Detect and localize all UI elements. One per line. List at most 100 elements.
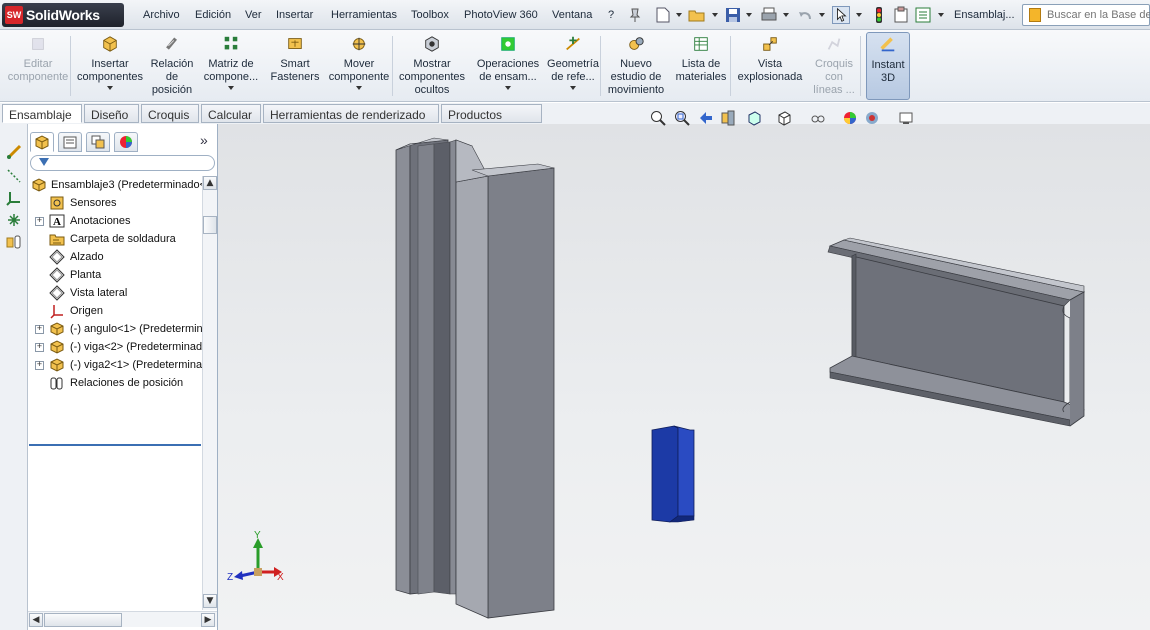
- tree-item-carpeta-de-soldadura[interactable]: Carpeta de soldadura: [28, 230, 202, 248]
- tree-item-relaciones-de-posici-n[interactable]: Relaciones de posición: [28, 374, 202, 392]
- select-icon[interactable]: [832, 6, 850, 24]
- tree-vertical-scrollbar[interactable]: ▲ ▼: [202, 176, 217, 610]
- property-manager-tab[interactable]: [58, 132, 82, 152]
- menu-insertar[interactable]: Insertar: [276, 9, 313, 21]
- triad-icon[interactable]: [6, 190, 22, 206]
- open-folder-icon[interactable]: [688, 6, 706, 24]
- display-manager-tab[interactable]: [114, 132, 138, 152]
- solidworks-logo[interactable]: SW SolidWorks: [2, 3, 124, 27]
- zoom-to-area-icon[interactable]: [674, 110, 690, 126]
- search-box[interactable]: [1022, 4, 1150, 26]
- new-document-dropdown[interactable]: [676, 13, 682, 17]
- previous-view-icon[interactable]: [698, 110, 714, 126]
- hscroll-thumb[interactable]: [44, 613, 122, 627]
- tab-diseno[interactable]: Diseño: [84, 104, 139, 123]
- mate-reference-icon[interactable]: [6, 234, 22, 250]
- exploded-view-button[interactable]: Vista explosionada: [734, 32, 806, 100]
- move-component-dropdown[interactable]: [356, 86, 362, 90]
- configuration-manager-tab[interactable]: [86, 132, 110, 152]
- tab-herramientas-de-renderizado[interactable]: Herramientas de renderizado: [263, 104, 439, 123]
- bill-of-materials-button[interactable]: Lista de materiales: [670, 32, 732, 100]
- new-motion-study-button[interactable]: Nuevo estudio de movimiento: [604, 32, 668, 100]
- point-icon[interactable]: [6, 212, 22, 228]
- blue-angle-profile[interactable]: [651, 425, 695, 523]
- open-dropdown[interactable]: [712, 13, 718, 17]
- menu-archivo[interactable]: Archivo: [143, 9, 180, 21]
- tab-croquis[interactable]: Croquis: [141, 104, 199, 123]
- save-icon[interactable]: [724, 6, 742, 24]
- graphics-area[interactable]: Y X Z: [218, 110, 1150, 630]
- menu-ventana[interactable]: Ventana: [552, 9, 592, 21]
- expand-icon[interactable]: +: [35, 343, 44, 352]
- move-component-button[interactable]: Mover componente: [326, 32, 392, 100]
- tree-item-angulo-1-predetermin[interactable]: + (-) angulo<1> (Predetermin: [28, 320, 202, 338]
- menu-herramientas[interactable]: Herramientas: [331, 9, 397, 21]
- rebuild-icon[interactable]: [870, 6, 888, 24]
- scroll-left-icon[interactable]: ◀: [29, 613, 43, 627]
- menu-photoview-360[interactable]: PhotoView 360: [464, 9, 538, 21]
- rollback-bar[interactable]: [29, 444, 201, 446]
- expand-icon[interactable]: +: [35, 217, 44, 226]
- options-dropdown[interactable]: [938, 13, 944, 17]
- insert-components-button[interactable]: Insertar componentes: [74, 32, 146, 100]
- vertical-i-beam[interactable]: [395, 137, 555, 619]
- view-orientation-icon[interactable]: [746, 110, 762, 126]
- tree-item-planta[interactable]: Planta: [28, 266, 202, 284]
- section-view-icon[interactable]: [720, 110, 736, 126]
- tree-item-anotaciones[interactable]: + A Anotaciones: [28, 212, 202, 230]
- expand-icon[interactable]: +: [35, 325, 44, 334]
- menu-edicion[interactable]: Edición: [195, 9, 231, 21]
- tree-horizontal-scrollbar[interactable]: ◀ ▶: [28, 611, 217, 627]
- hide-show-items-icon[interactable]: [810, 110, 826, 126]
- print-icon[interactable]: [760, 6, 778, 24]
- expand-panel-icon[interactable]: »: [200, 132, 208, 148]
- apply-scene-icon[interactable]: [864, 110, 880, 126]
- tree-item-viga2-1-predetermina[interactable]: + (-) viga2<1> (Predetermina: [28, 356, 202, 374]
- assembly-features-button[interactable]: Operaciones de ensam...: [474, 32, 542, 100]
- feature-manager-tab[interactable]: [30, 132, 54, 152]
- save-dropdown[interactable]: [746, 13, 752, 17]
- print-dropdown[interactable]: [783, 13, 789, 17]
- menu-toolbox[interactable]: Toolbox: [411, 9, 449, 21]
- smart-dimension-icon[interactable]: [6, 144, 22, 160]
- horizontal-i-beam[interactable]: [827, 237, 1086, 427]
- tab-ensamblaje[interactable]: Ensamblaje: [2, 104, 82, 123]
- expand-icon[interactable]: +: [35, 361, 44, 370]
- undo-dropdown[interactable]: [819, 13, 825, 17]
- file-properties-icon[interactable]: [892, 6, 910, 24]
- edit-component-button[interactable]: Editar componente: [2, 32, 74, 100]
- show-hidden-components-button[interactable]: Mostrar componentes ocultos: [396, 32, 468, 100]
- options-icon[interactable]: [914, 6, 932, 24]
- tree-item-alzado[interactable]: Alzado: [28, 248, 202, 266]
- insert-components-dropdown[interactable]: [107, 86, 113, 90]
- reference-geometry-button[interactable]: Geometría de refe...: [544, 32, 602, 100]
- scroll-up-icon[interactable]: ▲: [203, 176, 217, 190]
- zoom-to-fit-icon[interactable]: [650, 110, 666, 126]
- display-style-icon[interactable]: [776, 110, 792, 126]
- tree-item-viga-2-predeterminad[interactable]: + (-) viga<2> (Predeterminad: [28, 338, 202, 356]
- tree-item-sensores[interactable]: Sensores: [28, 194, 202, 212]
- component-pattern-button[interactable]: Matriz de compone...: [200, 32, 262, 100]
- scroll-down-icon[interactable]: ▼: [203, 594, 217, 608]
- tree-item-origen[interactable]: Origen: [28, 302, 202, 320]
- view-settings-icon[interactable]: [898, 110, 914, 126]
- tree-root-assembly[interactable]: - Ensamblaje3 (Predeterminado<: [28, 176, 202, 194]
- undo-icon[interactable]: [796, 6, 814, 24]
- reference-geometry-dropdown[interactable]: [570, 86, 576, 90]
- smart-fasteners-button[interactable]: Smart Fasteners: [264, 32, 326, 100]
- line-icon[interactable]: [6, 168, 22, 184]
- assembly-features-dropdown[interactable]: [505, 86, 511, 90]
- tree-item-vista-lateral[interactable]: Vista lateral: [28, 284, 202, 302]
- instant-3d-button[interactable]: Instant 3D: [866, 32, 910, 100]
- select-dropdown[interactable]: [856, 13, 862, 17]
- pushpin-icon[interactable]: [626, 6, 644, 24]
- search-input[interactable]: [1047, 8, 1150, 22]
- menu-help[interactable]: ?: [608, 9, 614, 21]
- component-pattern-dropdown[interactable]: [228, 86, 234, 90]
- menu-ver[interactable]: Ver: [245, 9, 262, 21]
- edit-appearance-icon[interactable]: [842, 110, 858, 126]
- new-document-icon[interactable]: [654, 6, 672, 24]
- explode-line-sketch-button[interactable]: Croquis con líneas ...: [808, 32, 860, 100]
- scroll-thumb[interactable]: [203, 216, 217, 234]
- tab-productos-office[interactable]: Productos Office: [441, 104, 542, 136]
